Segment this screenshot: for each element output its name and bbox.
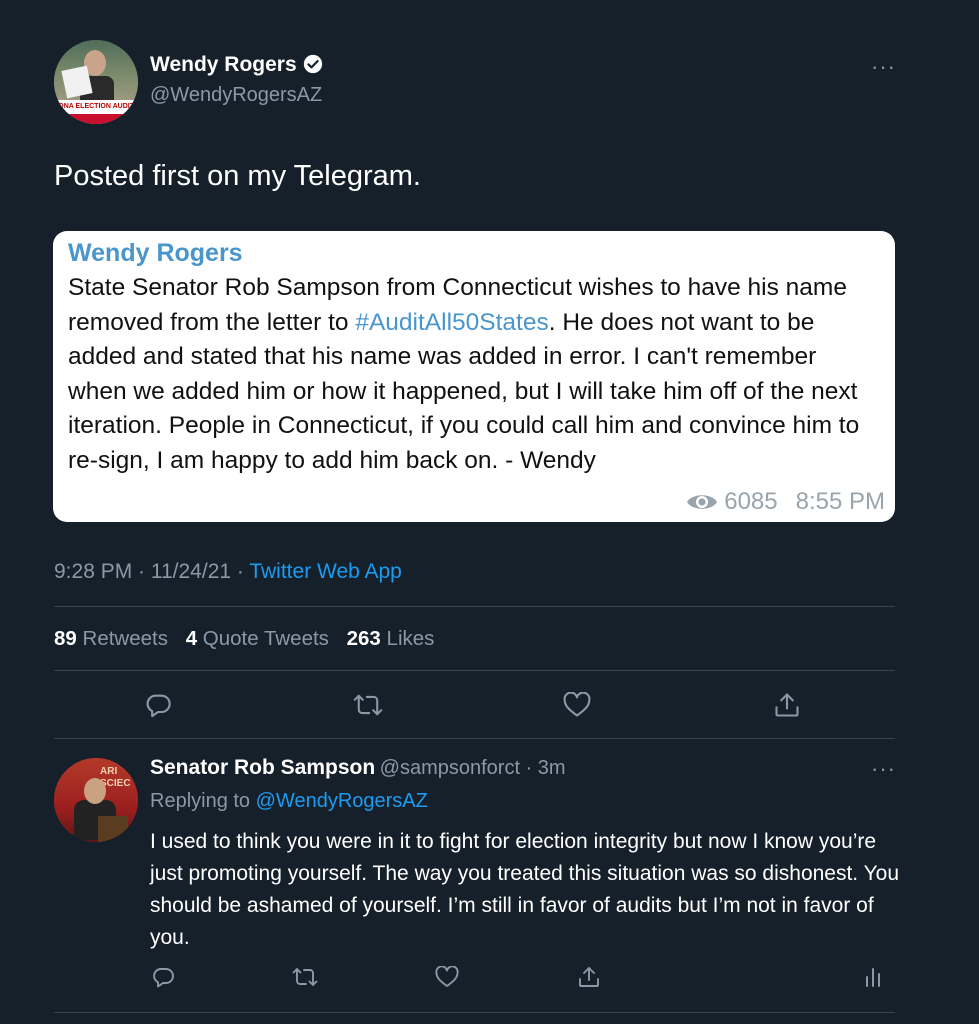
verified-badge-icon <box>303 54 322 74</box>
telegram-author: Wendy Rogers <box>68 239 243 267</box>
telegram-views: 6085 <box>724 488 778 515</box>
reply-button[interactable] <box>138 685 178 725</box>
reply-icon <box>153 968 174 988</box>
telegram-meta: 6085 8:55 PM <box>686 488 885 516</box>
retweets-stat[interactable]: 89 Retweets <box>54 627 168 650</box>
retweets-label: Retweets <box>82 627 168 650</box>
reply-analytics-button[interactable] <box>853 957 893 997</box>
divider <box>54 606 895 607</box>
reply-icon <box>146 694 171 718</box>
analytics-icon <box>866 968 880 987</box>
reply-time[interactable]: · 3m <box>520 757 566 779</box>
divider <box>54 670 895 671</box>
reply-author-avatar[interactable]: ARI SCIEC <box>54 758 138 842</box>
heart-icon <box>435 966 459 987</box>
author-name-row[interactable]: Wendy Rogers <box>150 53 323 77</box>
retweet-button[interactable] <box>348 685 388 725</box>
like-button[interactable] <box>557 685 597 725</box>
divider <box>54 738 895 739</box>
share-button[interactable] <box>767 685 807 725</box>
divider <box>54 1012 895 1013</box>
reply-retweet-button[interactable] <box>285 957 325 997</box>
author-name[interactable]: Wendy Rogers <box>150 53 297 76</box>
replying-to-label: Replying to <box>150 790 256 812</box>
tweet-stats: 89 Retweets 4 Quote Tweets 263 Likes <box>54 627 434 651</box>
telegram-hashtag: #AuditAll50States <box>355 308 549 336</box>
likes-stat[interactable]: 263 Likes <box>347 627 435 650</box>
author-handle[interactable]: @WendyRogersAZ <box>150 84 322 107</box>
share-icon <box>775 693 799 717</box>
reply-header: Senator Rob Sampson @sampsonforct · 3m <box>150 756 566 780</box>
reply-author-handle[interactable]: @sampsonforct <box>380 757 520 779</box>
reply-like-button[interactable] <box>427 957 467 997</box>
reply-share-button[interactable] <box>569 957 609 997</box>
timestamp-text[interactable]: 9:28 PM · 11/24/21 · <box>54 560 249 583</box>
retweets-count: 89 <box>54 627 77 650</box>
tweet-text: Posted first on my Telegram. <box>54 160 421 192</box>
telegram-post-image[interactable]: Wendy Rogers State Senator Rob Sampson f… <box>53 231 895 522</box>
likes-count: 263 <box>346 627 381 650</box>
quotes-count: 4 <box>185 627 198 650</box>
replying-to-handle[interactable]: @WendyRogersAZ <box>256 790 428 812</box>
source-app-link[interactable]: Twitter Web App <box>249 560 402 583</box>
telegram-time: 8:55 PM <box>795 488 885 515</box>
reply-reply-button[interactable] <box>143 957 183 997</box>
telegram-message: State Senator Rob Sampson from Connectic… <box>68 271 880 479</box>
reply-more-options-button[interactable]: ··· <box>871 758 896 780</box>
author-avatar[interactable]: ZONA ELECTION AUDIT RE <box>54 40 138 124</box>
reply-author-name[interactable]: Senator Rob Sampson <box>150 756 375 779</box>
retweet-icon <box>353 694 383 716</box>
more-options-button[interactable]: ··· <box>871 56 896 78</box>
tweet-timestamp: 9:28 PM · 11/24/21 · Twitter Web App <box>54 560 402 584</box>
likes-label: Likes <box>386 627 435 650</box>
quotes-label: Quote Tweets <box>202 627 329 650</box>
eye-icon <box>687 495 718 509</box>
replying-to: Replying to @WendyRogersAZ <box>150 790 428 813</box>
heart-icon <box>563 692 591 717</box>
quote-tweets-stat[interactable]: 4 Quote Tweets <box>186 627 329 650</box>
share-icon <box>579 967 599 987</box>
retweet-icon <box>292 968 318 986</box>
avatar-sign-text: ZONA ELECTION AUDIT RE <box>54 100 138 114</box>
reply-text: I used to think you were in it to fight … <box>150 830 900 949</box>
